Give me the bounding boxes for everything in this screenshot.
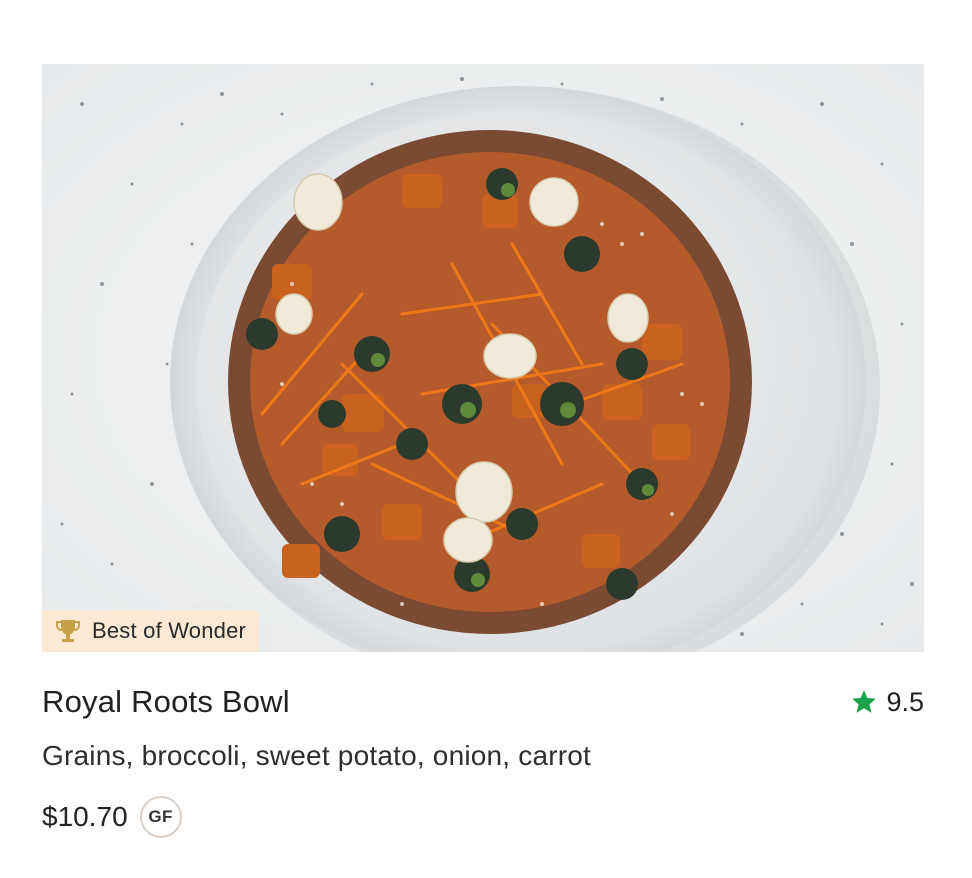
badge-label: Best of Wonder xyxy=(92,618,247,643)
rating-value: 9.5 xyxy=(886,686,924,717)
best-of-wonder-badge: Best of Wonder xyxy=(42,610,259,652)
menu-item-card[interactable]: Best of Wonder Royal Roots Bowl 9.5 Grai… xyxy=(42,64,924,838)
gluten-free-badge: GF xyxy=(139,796,182,838)
item-title[interactable]: Royal Roots Bowl xyxy=(42,684,290,720)
item-price: $10.70 xyxy=(42,801,128,832)
food-photo-illustration xyxy=(42,64,924,652)
item-description: Grains, broccoli, sweet potato, onion, c… xyxy=(42,740,592,771)
trophy-icon xyxy=(54,617,82,645)
star-icon xyxy=(850,688,878,716)
food-photo[interactable]: Best of Wonder xyxy=(42,64,924,652)
price-row: $10.70 GF xyxy=(42,796,924,838)
title-row: Royal Roots Bowl 9.5 xyxy=(42,682,924,722)
rating: 9.5 xyxy=(850,687,924,718)
